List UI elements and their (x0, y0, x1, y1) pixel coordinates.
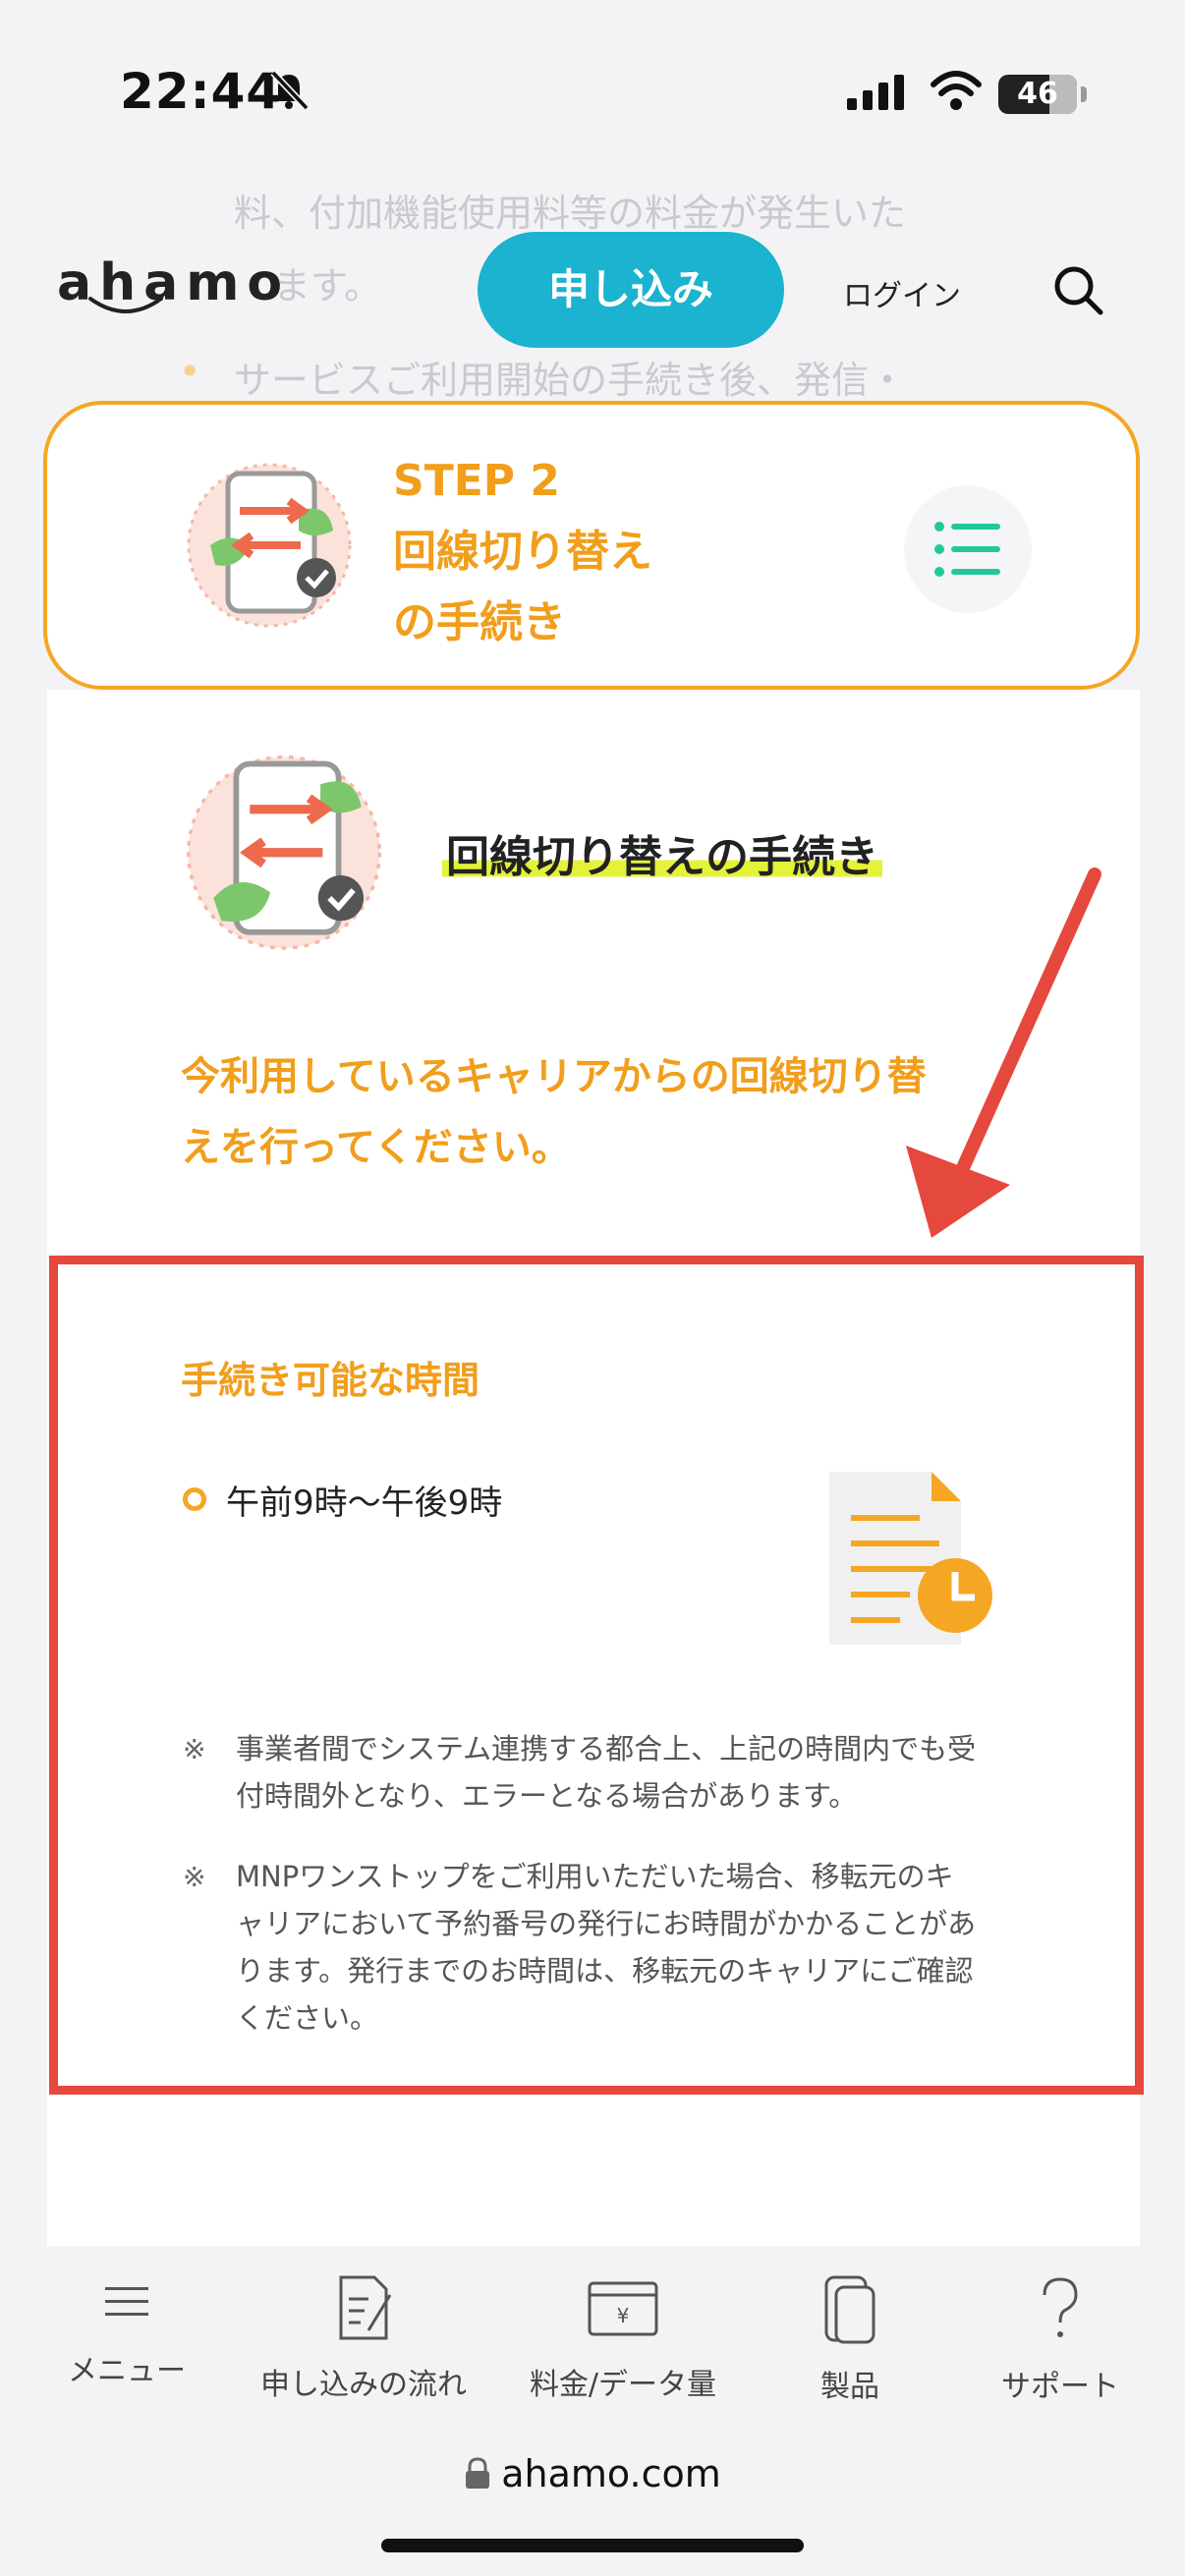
nav-products[interactable]: 製品 (776, 2273, 924, 2405)
section-lead: 今利用しているキャリアからの回線切り替 えを行ってください。 (181, 1041, 987, 1183)
list-icon (934, 522, 1000, 577)
note2-line1: MNPワンストップをご利用いただいた場合、移転元のキ (236, 1860, 954, 1893)
note1-mark: ※ (183, 1733, 206, 1765)
document-edit-icon (339, 2275, 392, 2340)
status-time: 22:44 (120, 63, 282, 120)
nav-support[interactable]: サポート (987, 2273, 1134, 2405)
battery-indicator: 46 (998, 75, 1077, 114)
background-text-line3: サービスご利用開始の手続き後、発信・ (234, 359, 907, 402)
battery-nub (1081, 86, 1087, 102)
annotation-arrow (906, 868, 1101, 1238)
bell-muted-icon (270, 70, 310, 111)
apply-button[interactable]: 申し込み (478, 232, 784, 348)
note2-line3: ります。発行までのお時間は、移転元のキャリアにご確認 (236, 1954, 974, 1988)
nav-support-label: サポート (1001, 2370, 1119, 2404)
nav-menu[interactable]: メニュー (53, 2273, 200, 2389)
note2: MNPワンストップをご利用いただいた場合、移転元のキ ャリアにおいて予約番号の発… (236, 1853, 1002, 2042)
nav-fees-data[interactable]: ¥ 料金/データ量 (505, 2273, 741, 2403)
note1: 事業者間でシステム連携する都合上、上記の時間内でも受 付時間外となり、エラーとな… (236, 1725, 1002, 1820)
home-indicator[interactable] (381, 2539, 804, 2552)
step-title-line2: の手続き (393, 597, 566, 647)
note1-line2: 付時間外となり、エラーとなる場合があります。 (236, 1779, 858, 1813)
smartphone-icon (824, 2275, 875, 2344)
hamburger-icon (105, 2287, 148, 2316)
url-bar[interactable]: ahamo.com (0, 2452, 1185, 2495)
note2-line4: ください。 (236, 2001, 379, 2035)
nav-application-flow-label: 申し込みの流れ (260, 2368, 467, 2402)
nav-menu-label: メニュー (68, 2354, 186, 2388)
nav-application-flow[interactable]: 申し込みの流れ (246, 2273, 481, 2403)
wallet-yen-icon: ¥ (588, 2281, 658, 2336)
battery-level: 46 (1017, 77, 1058, 111)
svg-text:¥: ¥ (617, 2304, 630, 2327)
nav-products-label: 製品 (820, 2370, 879, 2404)
background-text-line1: 料、付加機能使用料等の料金が発生いた (234, 192, 907, 235)
lead-line1: 今利用しているキャリアからの回線切り替 (181, 1054, 927, 1099)
step-title-line1: 回線切り替え (393, 527, 652, 577)
note2-mark: ※ (183, 1861, 206, 1893)
bullet-ring (183, 1487, 206, 1511)
lead-line2: えを行ってください。 (181, 1125, 571, 1170)
question-icon (1043, 2277, 1078, 2337)
search-icon[interactable] (1051, 263, 1106, 318)
note1-line1: 事業者間でシステム連携する都合上、上記の時間内でも受 (236, 1732, 977, 1765)
note2-line2: ャリアにおいて予約番号の発行にお時間がかかることがあ (236, 1907, 977, 1940)
logo-smile (88, 297, 163, 313)
toc-menu-button[interactable] (904, 485, 1032, 613)
phone-switch-illustration (187, 463, 352, 628)
step-number: STEP 2 (393, 456, 560, 506)
hours-value: 午前9時〜午後9時 (226, 1484, 503, 1523)
nav-fees-data-label: 料金/データ量 (529, 2368, 717, 2402)
step-card-title: STEP 2 回線切り替え の手続き (393, 446, 652, 658)
cellular-signal-icon (847, 75, 904, 110)
hours-title: 手続き可能な時間 (181, 1359, 480, 1402)
document-clock-icon (829, 1472, 992, 1645)
background-bullet: • (179, 350, 201, 393)
lock-icon (466, 2457, 490, 2489)
wifi-icon (931, 71, 982, 110)
section-heading: 回線切り替えの手続き (442, 821, 882, 884)
url-text: ahamo.com (501, 2452, 721, 2495)
login-link[interactable]: ログイン (843, 271, 961, 314)
phone-switch-illustration-large (187, 755, 381, 950)
status-bar: 22:44 46 (0, 0, 1185, 157)
